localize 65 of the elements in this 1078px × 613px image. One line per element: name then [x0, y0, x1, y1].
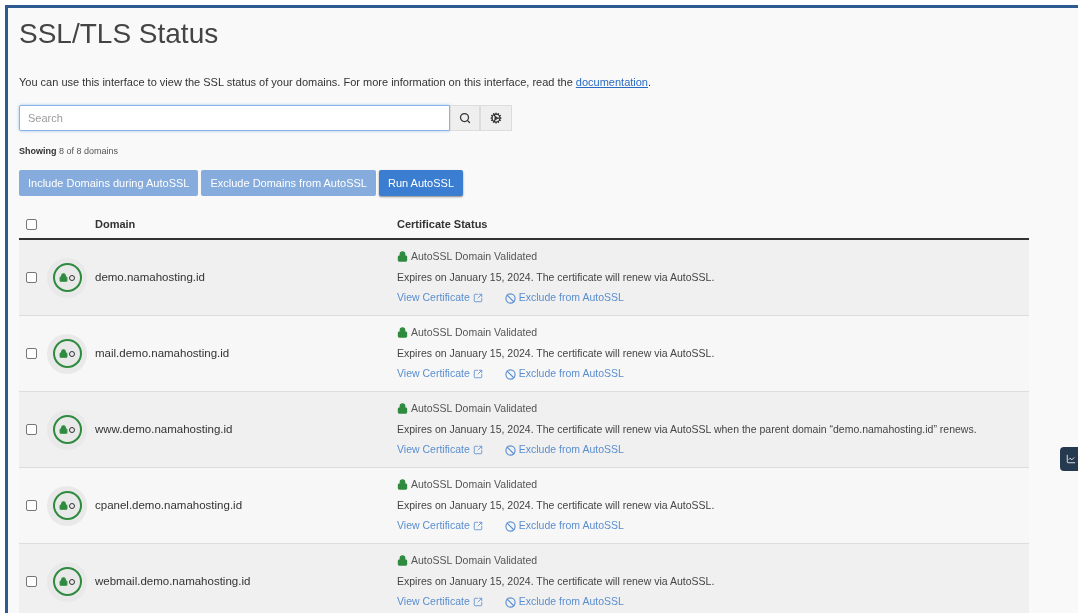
ban-icon [504, 596, 516, 608]
chart-tab-button[interactable] [1060, 447, 1078, 471]
checkbox[interactable] [26, 348, 37, 359]
intro-text: You can use this interface to view the SSL status of your domains. For more information on this interface, read the documentation. [19, 75, 652, 90]
exclude-link[interactable]: Exclude from AutoSSL [504, 518, 624, 535]
exclude-link[interactable]: Exclude from AutoSSL [504, 366, 624, 383]
gear-icon [490, 111, 502, 124]
checkbox[interactable] [26, 218, 37, 230]
showing-count: Showing 8 of 8 domains [19, 144, 119, 158]
status-text: AutoSSL Domain Validated [411, 476, 538, 492]
expiry-text: Expires on January 15, 2024. The certificate will renew via AutoSSL. [397, 573, 715, 589]
lock-key-icon [52, 567, 82, 596]
chart-icon [1066, 454, 1076, 464]
exclude-link[interactable]: Exclude from AutoSSL [504, 442, 624, 459]
status-text: AutoSSL Domain Validated [411, 552, 538, 568]
exclude-link[interactable]: Exclude from AutoSSL [504, 594, 624, 611]
external-link-icon [472, 445, 483, 456]
action-button[interactable]: Run AutoSSL [378, 170, 464, 196]
column-header: Certificate Status [397, 216, 488, 232]
search-icon [459, 111, 471, 124]
search-field[interactable]: Search [19, 104, 450, 131]
ban-icon [504, 444, 516, 456]
expiry-text: Expires on January 15, 2024. The certificate will renew via AutoSSL. [397, 345, 715, 361]
view-certificate-link[interactable]: View Certificate [397, 366, 483, 383]
domain-name: demo.namahosting.id [95, 269, 206, 285]
lock-key-icon [52, 415, 82, 444]
status-text: AutoSSL Domain Validated [411, 248, 538, 264]
checkbox[interactable] [26, 500, 37, 511]
documentation-link[interactable]: documentation [575, 76, 648, 88]
page-title: SSL/TLS Status [19, 17, 219, 51]
view-certificate-link[interactable]: View Certificate [397, 290, 483, 307]
checkbox[interactable] [26, 424, 37, 435]
domain-name: www.demo.namahosting.id [95, 421, 234, 437]
expiry-text: Expires on January 15, 2024. The certificate will renew via AutoSSL. [397, 497, 715, 513]
external-link-icon [472, 369, 483, 380]
view-certificate-link[interactable]: View Certificate [397, 442, 483, 459]
expiry-text: Expires on January 15, 2024. The certificate will renew via AutoSSL. [397, 269, 715, 285]
lock-key-icon [52, 339, 82, 368]
domain-name: webmail.demo.namahosting.id [95, 573, 252, 589]
exclude-link[interactable]: Exclude from AutoSSL [504, 290, 624, 307]
column-header: Domain [95, 216, 137, 232]
checkbox[interactable] [26, 272, 37, 283]
lock-icon [397, 555, 408, 567]
expiry-text: Expires on January 15, 2024. The certificate will renew via AutoSSL when the parent domain “demo.namahosting.id” renews. [397, 421, 977, 437]
view-certificate-link[interactable]: View Certificate [397, 594, 483, 611]
lock-icon [397, 479, 408, 491]
domain-name: mail.demo.namahosting.id [95, 345, 231, 361]
external-link-icon [472, 521, 483, 532]
external-link-icon [472, 597, 483, 608]
ban-icon [504, 292, 516, 304]
lock-icon [397, 327, 408, 339]
settings-button[interactable] [480, 104, 512, 131]
search-button[interactable] [450, 104, 480, 131]
lock-key-icon [52, 263, 82, 292]
lock-key-icon [52, 491, 82, 520]
checkbox[interactable] [26, 576, 37, 587]
status-text: AutoSSL Domain Validated [411, 400, 538, 416]
lock-icon [397, 403, 408, 415]
domain-name: cpanel.demo.namahosting.id [95, 497, 244, 513]
status-text: AutoSSL Domain Validated [411, 324, 538, 340]
lock-icon [397, 251, 408, 263]
view-certificate-link[interactable]: View Certificate [397, 518, 483, 535]
external-link-icon [472, 293, 483, 304]
ban-icon [504, 520, 516, 532]
ban-icon [504, 368, 516, 380]
